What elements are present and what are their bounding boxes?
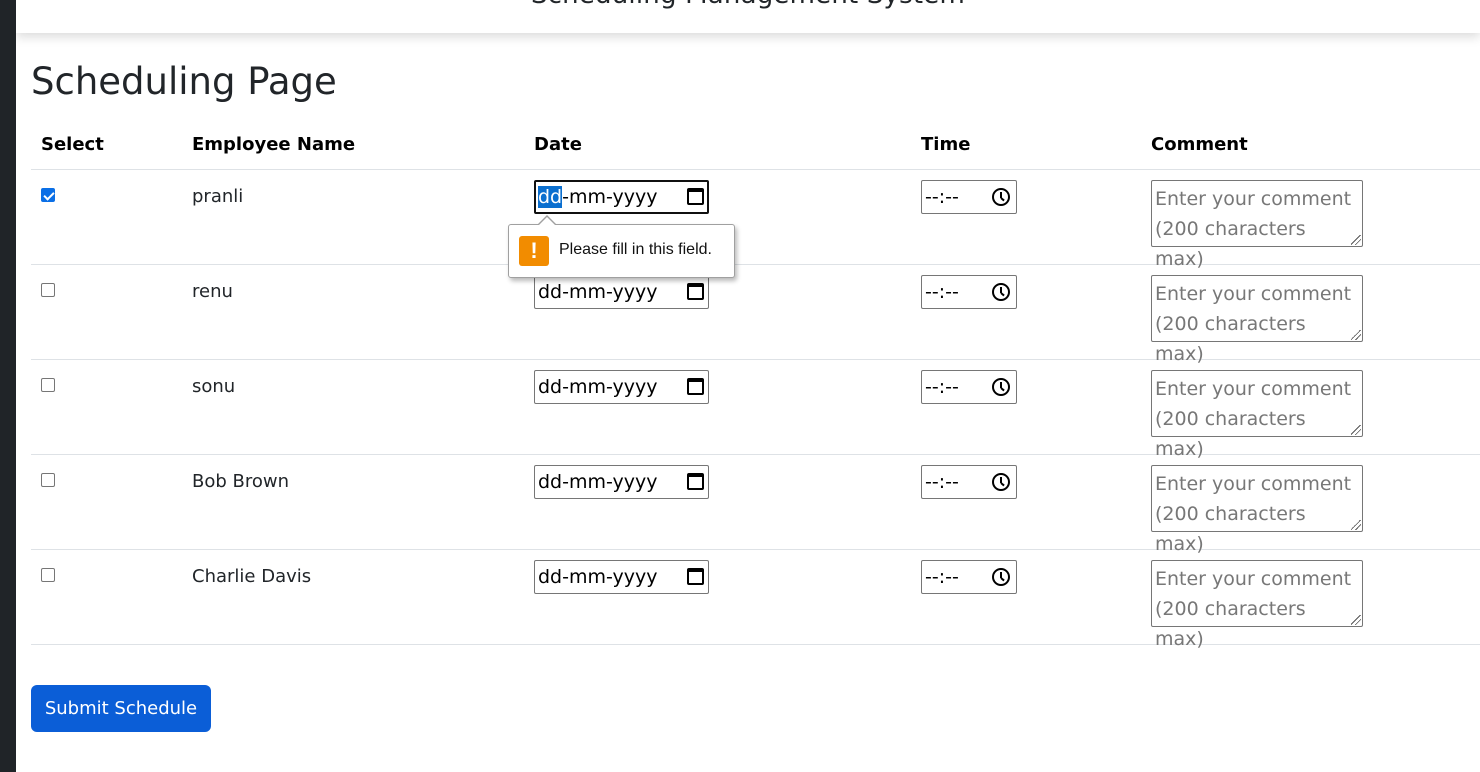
resize-handle-icon[interactable] <box>1351 235 1361 245</box>
comment-placeholder: Enter your comment (200 characters max) <box>1155 568 1352 650</box>
clock-icon[interactable] <box>992 473 1010 491</box>
comment-textarea[interactable]: Enter your comment (200 characters max) <box>1151 275 1363 365</box>
page-title: Scheduling Page <box>31 60 337 103</box>
calendar-icon[interactable] <box>687 473 704 490</box>
date-input[interactable]: dd-mm-yyyy <box>534 180 709 214</box>
date-rest-segment: -mm-yyyy <box>562 186 658 208</box>
comment-textarea[interactable]: Enter your comment (200 characters max) <box>1151 465 1363 555</box>
calendar-icon[interactable] <box>687 283 704 300</box>
submit-schedule-button[interactable]: Submit Schedule <box>31 685 211 732</box>
comment-placeholder: Enter your comment (200 characters max) <box>1155 378 1352 460</box>
table-row: Charlie Davis dd-mm-yyyy --:-- Enter you… <box>31 550 1480 650</box>
resize-handle-icon[interactable] <box>1351 330 1361 340</box>
time-input[interactable]: --:-- <box>921 275 1017 309</box>
time-placeholder: --:-- <box>925 566 959 588</box>
header-time: Time <box>921 134 971 155</box>
table-row: sonu dd-mm-yyyy --:-- Enter your comment… <box>31 360 1480 460</box>
app-header: Scheduling Management System <box>16 0 1480 33</box>
time-input[interactable]: --:-- <box>921 560 1017 594</box>
date-input[interactable]: dd-mm-yyyy <box>534 560 709 594</box>
comment-textarea[interactable]: Enter your comment (200 characters max) <box>1151 180 1363 270</box>
employee-name: Bob Brown <box>192 471 290 492</box>
comment-placeholder: Enter your comment (200 characters max) <box>1155 188 1352 270</box>
time-placeholder: --:-- <box>925 281 959 303</box>
time-input[interactable]: --:-- <box>921 370 1017 404</box>
validation-message: Please fill in this field. <box>559 241 712 258</box>
time-placeholder: --:-- <box>925 471 959 493</box>
date-input[interactable]: dd-mm-yyyy <box>534 275 709 309</box>
date-placeholder: dd-mm-yyyy <box>538 281 658 303</box>
resize-handle-icon[interactable] <box>1351 520 1361 530</box>
employee-name: renu <box>192 281 233 302</box>
calendar-icon[interactable] <box>687 188 704 205</box>
comment-textarea[interactable]: Enter your comment (200 characters max) <box>1151 560 1363 650</box>
clock-icon[interactable] <box>992 378 1010 396</box>
header-date: Date <box>534 134 582 155</box>
warning-icon: ! <box>519 236 549 266</box>
select-checkbox[interactable] <box>41 378 55 392</box>
table-row: Bob Brown dd-mm-yyyy --:-- Enter your co… <box>31 455 1480 555</box>
date-day-segment: dd <box>538 186 563 208</box>
clock-icon[interactable] <box>992 568 1010 586</box>
time-placeholder: --:-- <box>925 186 959 208</box>
clock-icon[interactable] <box>992 188 1010 206</box>
resize-handle-icon[interactable] <box>1351 615 1361 625</box>
comment-textarea[interactable]: Enter your comment (200 characters max) <box>1151 370 1363 460</box>
comment-placeholder: Enter your comment (200 characters max) <box>1155 283 1352 365</box>
time-placeholder: --:-- <box>925 376 959 398</box>
time-input[interactable]: --:-- <box>921 180 1017 214</box>
date-input[interactable]: dd-mm-yyyy <box>534 370 709 404</box>
employee-name: pranli <box>192 186 244 207</box>
comment-placeholder: Enter your comment (200 characters max) <box>1155 473 1352 555</box>
date-placeholder: dd-mm-yyyy <box>538 376 658 398</box>
date-placeholder: dd-mm-yyyy <box>538 566 658 588</box>
resize-handle-icon[interactable] <box>1351 425 1361 435</box>
select-checkbox[interactable] <box>41 473 55 487</box>
table-row: pranli dd-mm-yyyy --:-- Enter your comme… <box>31 170 1480 270</box>
app-title: Scheduling Management System <box>16 0 1480 10</box>
select-checkbox[interactable] <box>41 568 55 582</box>
left-window-edge <box>0 0 16 772</box>
header-employee-name: Employee Name <box>192 134 356 155</box>
header-select: Select <box>41 134 104 155</box>
calendar-icon[interactable] <box>687 378 704 395</box>
table-row: renu dd-mm-yyyy --:-- Enter your comment… <box>31 265 1480 365</box>
date-value: dd-mm-yyyy <box>538 186 658 208</box>
date-placeholder: dd-mm-yyyy <box>538 471 658 493</box>
header-comment: Comment <box>1151 134 1248 155</box>
employee-name: Charlie Davis <box>192 566 312 587</box>
clock-icon[interactable] <box>992 283 1010 301</box>
validation-tooltip: ! Please fill in this field. <box>508 215 735 278</box>
time-input[interactable]: --:-- <box>921 465 1017 499</box>
select-checkbox[interactable] <box>41 188 55 202</box>
table-header-row: Select Employee Name Date Time Comment <box>31 120 1480 170</box>
calendar-icon[interactable] <box>687 568 704 585</box>
schedule-table: Select Employee Name Date Time Comment p… <box>31 120 1480 650</box>
select-checkbox[interactable] <box>41 283 55 297</box>
employee-name: sonu <box>192 376 236 397</box>
date-input[interactable]: dd-mm-yyyy <box>534 465 709 499</box>
